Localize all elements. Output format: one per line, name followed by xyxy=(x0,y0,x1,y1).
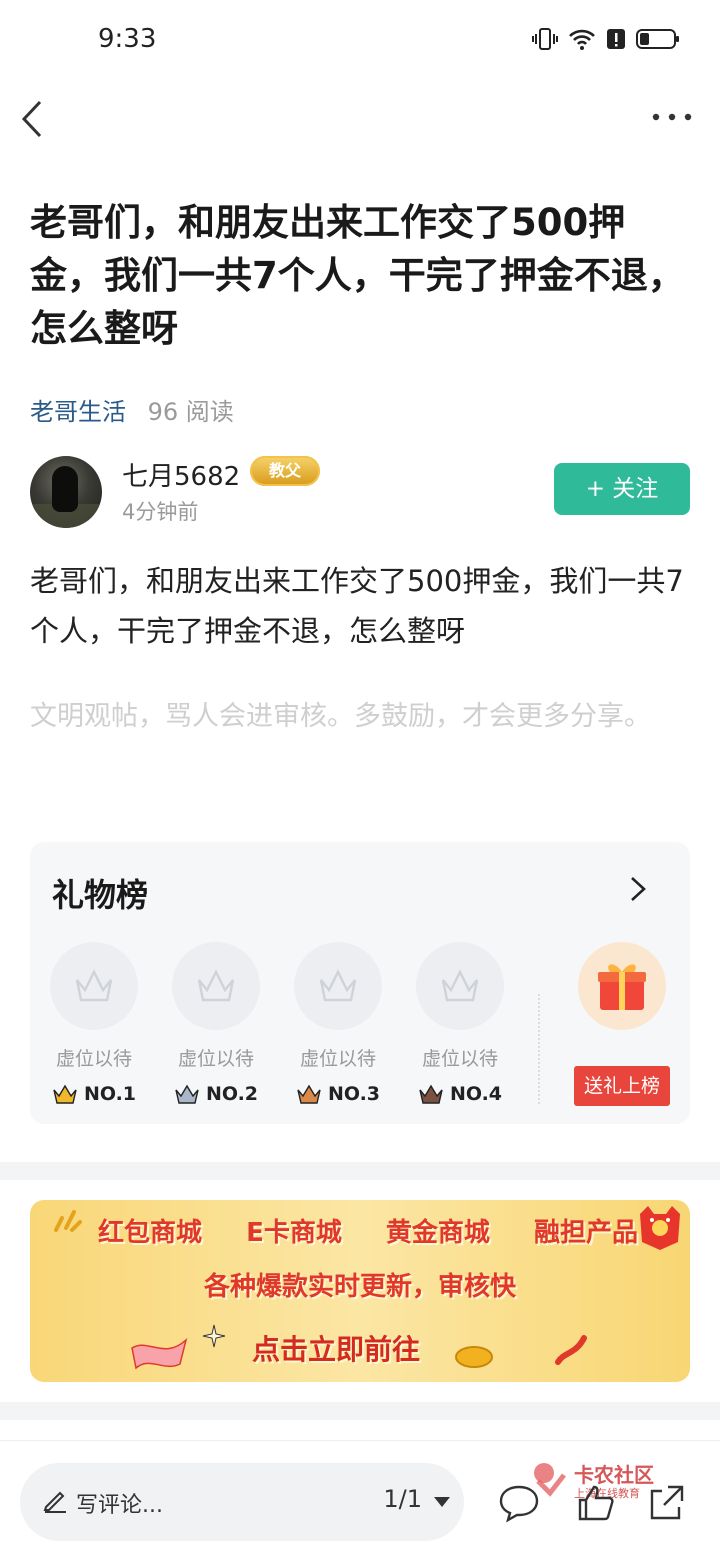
send-gift-button[interactable]: 送礼上榜 xyxy=(574,1066,670,1106)
empty-seat-avatar xyxy=(294,942,382,1030)
rank-label: NO.1 xyxy=(83,1083,137,1105)
author-row: 七月5682 教父 4分钟前 + 关注 xyxy=(30,456,690,532)
post-body: 老哥们，和朋友出来工作交了500押金，我们一共7个人，干完了押金不退，怎么整呀 xyxy=(30,564,684,648)
empty-seat-avatar xyxy=(172,942,260,1030)
vibrate-icon xyxy=(532,28,558,50)
section-separator xyxy=(0,1402,720,1420)
gift-board: 礼物榜 虚位以待 NO.1 虚位以待 NO.2 虚位以待 NO.3 虚位以待 N… xyxy=(30,842,690,1124)
comment-input[interactable]: 写评论... 1/1 xyxy=(20,1463,464,1541)
slot-label: 虚位以待 xyxy=(177,1048,254,1070)
back-arrow-icon[interactable] xyxy=(18,94,58,144)
bottom-bar: 写评论... 1/1 卡农社区 上海在线教育 xyxy=(0,1440,720,1561)
crown-outline-icon xyxy=(441,969,479,1002)
status-time: 9:33 xyxy=(98,24,157,54)
empty-seat-avatar xyxy=(416,942,504,1030)
author-badge: 教父 xyxy=(250,456,320,486)
gift-box-button[interactable] xyxy=(578,942,666,1030)
coin-icon xyxy=(455,1346,493,1368)
rank-label: NO.4 xyxy=(449,1083,503,1105)
banner-item: 黄金商城 xyxy=(385,1218,490,1248)
banner-items: 红包商城 E卡商城 黄金商城 融担产品 xyxy=(98,1212,638,1249)
gift-box-icon xyxy=(598,964,646,1010)
comment-placeholder: 写评论... xyxy=(76,1493,163,1518)
slot-label: 虚位以待 xyxy=(421,1048,498,1070)
community-notice: 文明观帖，骂人会进审核。多鼓励，才会更多分享。 xyxy=(30,701,651,732)
avatar[interactable] xyxy=(30,456,102,528)
alert-icon xyxy=(607,29,625,49)
post-meta: 老哥生活 96 阅读 xyxy=(30,392,234,427)
banner-item: 红包商城 xyxy=(98,1218,203,1248)
star-icon xyxy=(202,1324,226,1348)
rank-row: NO.4 xyxy=(410,1083,510,1105)
crown-icon xyxy=(53,1084,77,1104)
share-icon[interactable] xyxy=(646,1483,686,1523)
banner-item: 融担产品 xyxy=(533,1218,638,1248)
gift-slot-2[interactable]: 虚位以待 NO.2 xyxy=(166,942,266,1105)
crown-outline-icon xyxy=(319,969,357,1002)
gift-slot-3[interactable]: 虚位以待 NO.3 xyxy=(288,942,388,1105)
crown-icon xyxy=(419,1084,443,1104)
more-options-icon[interactable] xyxy=(650,102,694,132)
rank-row: NO.1 xyxy=(44,1083,144,1105)
rank-row: NO.3 xyxy=(288,1083,388,1105)
comment-bubble-icon[interactable] xyxy=(498,1483,540,1523)
ribbon-icon xyxy=(131,1337,188,1370)
top-nav xyxy=(0,88,720,148)
rank-row: NO.2 xyxy=(166,1083,266,1105)
section-separator xyxy=(0,1162,720,1180)
banner-cta: 点击立即前往 xyxy=(252,1333,421,1366)
post-title: 老哥们，和朋友出来工作交了500押金，我们一共7个人，干完了押金不退，怎么整呀 xyxy=(30,201,685,350)
slot-label: 虚位以待 xyxy=(55,1048,132,1070)
like-thumb-icon[interactable] xyxy=(576,1483,616,1523)
page-indicator[interactable]: 1/1 xyxy=(383,1485,422,1513)
post-time: 4分钟前 xyxy=(122,500,199,524)
gift-slot-1[interactable]: 虚位以待 NO.1 xyxy=(44,942,144,1105)
status-bar: 9:33 xyxy=(0,0,720,84)
banner-subtitle: 各种爆款实时更新，审核快 xyxy=(203,1272,516,1302)
wifi-icon xyxy=(569,29,595,50)
divider xyxy=(538,994,540,1104)
crown-outline-icon xyxy=(75,969,113,1002)
crown-outline-icon xyxy=(197,969,235,1002)
sparkle-icon xyxy=(54,1210,82,1232)
rank-label: NO.3 xyxy=(327,1083,381,1105)
rank-label: NO.2 xyxy=(205,1083,259,1105)
mascot-icon xyxy=(640,1206,680,1250)
gift-board-title: 礼物榜 xyxy=(52,876,149,914)
gift-slot-4[interactable]: 虚位以待 NO.4 xyxy=(410,942,510,1105)
chevron-right-icon[interactable] xyxy=(626,874,650,904)
banner-item: E卡商城 xyxy=(246,1218,342,1248)
slot-label: 虚位以待 xyxy=(299,1048,376,1070)
author-name[interactable]: 七月5682 xyxy=(122,456,240,493)
promo-banner[interactable]: 红包商城 E卡商城 黄金商城 融担产品 各种爆款实时更新，审核快 点击立即前往 xyxy=(30,1200,690,1382)
pen-icon xyxy=(43,1491,66,1513)
read-count: 96 阅读 xyxy=(147,398,234,426)
status-icons xyxy=(532,26,680,52)
battery-icon xyxy=(636,29,679,49)
empty-seat-avatar xyxy=(50,942,138,1030)
ribbon-icon xyxy=(555,1335,587,1365)
category-link[interactable]: 老哥生活 xyxy=(30,398,126,426)
crown-icon xyxy=(297,1084,321,1104)
caret-down-icon[interactable] xyxy=(434,1497,450,1507)
crown-icon xyxy=(175,1084,199,1104)
follow-button[interactable]: + 关注 xyxy=(554,463,690,515)
